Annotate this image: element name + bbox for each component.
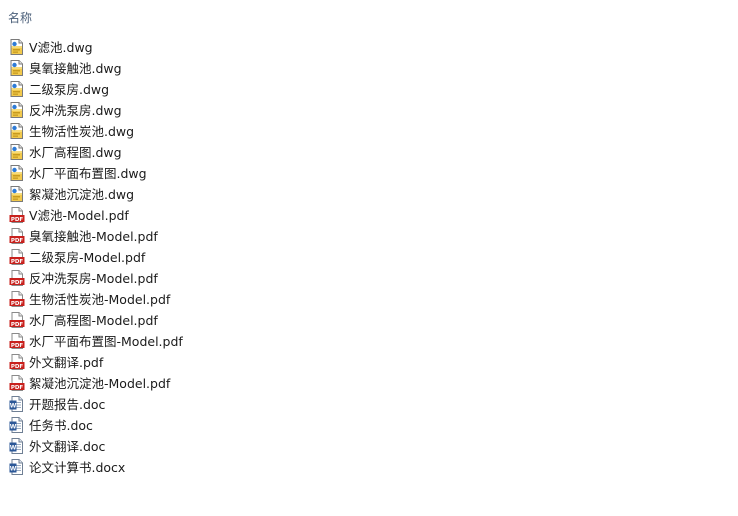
svg-text:PDF: PDF <box>11 385 24 391</box>
dwg-file-icon <box>9 81 25 97</box>
file-name: 外文翻译.doc <box>29 439 106 454</box>
file-name: 臭氧接触池-Model.pdf <box>29 229 158 244</box>
file-name: 论文计算书.docx <box>29 460 126 475</box>
file-item-dwg[interactable]: 臭氧接触池.dwg <box>0 58 738 79</box>
pdf-file-icon: PDF <box>9 207 25 223</box>
file-name: 生物活性炭池-Model.pdf <box>29 292 171 307</box>
file-name: 二级泵房.dwg <box>29 82 110 97</box>
file-item-dwg[interactable]: 生物活性炭池.dwg <box>0 121 738 142</box>
file-item-pdf[interactable]: PDF 反冲洗泵房-Model.pdf <box>0 268 738 289</box>
word-document-icon: W <box>9 438 25 454</box>
svg-text:PDF: PDF <box>11 364 24 370</box>
file-name: V滤池.dwg <box>29 40 93 55</box>
word-document-icon: W <box>9 417 25 433</box>
file-name: 水厂高程图-Model.pdf <box>29 313 158 328</box>
svg-text:PDF: PDF <box>11 280 24 286</box>
file-item-dwg[interactable]: 水厂平面布置图.dwg <box>0 163 738 184</box>
file-name: 外文翻译.pdf <box>29 355 104 370</box>
file-name: 絮凝池沉淀池.dwg <box>29 187 135 202</box>
file-item-doc[interactable]: W 论文计算书.docx <box>0 457 738 478</box>
pdf-file-icon: PDF <box>9 249 25 265</box>
file-name: 水厂平面布置图.dwg <box>29 166 147 181</box>
pdf-file-icon: PDF <box>9 270 25 286</box>
file-explorer-pane: 名称 V滤池.dwg 臭氧接触池.dwg 二级泵房.dwg 反冲洗泵房.dwg 生物活性… <box>0 0 738 516</box>
word-document-icon: W <box>9 396 25 412</box>
file-name: 絮凝池沉淀池-Model.pdf <box>29 376 171 391</box>
file-item-dwg[interactable]: 絮凝池沉淀池.dwg <box>0 184 738 205</box>
name-column-header[interactable]: 名称 <box>8 10 32 26</box>
file-name: 二级泵房-Model.pdf <box>29 250 146 265</box>
pdf-file-icon: PDF <box>9 228 25 244</box>
dwg-file-icon <box>9 165 25 181</box>
svg-text:PDF: PDF <box>11 343 24 349</box>
svg-text:PDF: PDF <box>11 301 24 307</box>
file-name: 任务书.doc <box>29 418 93 433</box>
file-name: 开题报告.doc <box>29 397 106 412</box>
file-item-pdf[interactable]: PDF V滤池-Model.pdf <box>0 205 738 226</box>
file-name: 水厂高程图.dwg <box>29 145 122 160</box>
file-item-pdf[interactable]: PDF 臭氧接触池-Model.pdf <box>0 226 738 247</box>
file-name: 水厂平面布置图-Model.pdf <box>29 334 183 349</box>
pdf-file-icon: PDF <box>9 291 25 307</box>
pdf-file-icon: PDF <box>9 354 25 370</box>
file-item-pdf[interactable]: PDF 生物活性炭池-Model.pdf <box>0 289 738 310</box>
dwg-file-icon <box>9 102 25 118</box>
svg-text:W: W <box>10 424 17 431</box>
file-name: 臭氧接触池.dwg <box>29 61 122 76</box>
file-name: 反冲洗泵房.dwg <box>29 103 122 118</box>
svg-text:PDF: PDF <box>11 217 24 223</box>
svg-text:W: W <box>10 403 17 410</box>
svg-text:W: W <box>10 466 17 473</box>
pdf-file-icon: PDF <box>9 375 25 391</box>
file-name: V滤池-Model.pdf <box>29 208 129 223</box>
file-item-pdf[interactable]: PDF 二级泵房-Model.pdf <box>0 247 738 268</box>
dwg-file-icon <box>9 39 25 55</box>
svg-text:PDF: PDF <box>11 322 24 328</box>
pdf-file-icon: PDF <box>9 333 25 349</box>
file-item-pdf[interactable]: PDF 水厂高程图-Model.pdf <box>0 310 738 331</box>
file-list: V滤池.dwg 臭氧接触池.dwg 二级泵房.dwg 反冲洗泵房.dwg 生物活性炭池.… <box>0 37 738 478</box>
file-name: 生物活性炭池.dwg <box>29 124 135 139</box>
dwg-file-icon <box>9 60 25 76</box>
file-item-pdf[interactable]: PDF 絮凝池沉淀池-Model.pdf <box>0 373 738 394</box>
dwg-file-icon <box>9 123 25 139</box>
svg-text:PDF: PDF <box>11 259 24 265</box>
file-name: 反冲洗泵房-Model.pdf <box>29 271 158 286</box>
file-item-pdf[interactable]: PDF 水厂平面布置图-Model.pdf <box>0 331 738 352</box>
dwg-file-icon <box>9 186 25 202</box>
file-item-dwg[interactable]: 水厂高程图.dwg <box>0 142 738 163</box>
pdf-file-icon: PDF <box>9 312 25 328</box>
word-document-icon: W <box>9 459 25 475</box>
file-item-dwg[interactable]: 二级泵房.dwg <box>0 79 738 100</box>
svg-text:W: W <box>10 445 17 452</box>
file-item-pdf[interactable]: PDF 外文翻译.pdf <box>0 352 738 373</box>
file-item-doc[interactable]: W 任务书.doc <box>0 415 738 436</box>
dwg-file-icon <box>9 144 25 160</box>
file-item-dwg[interactable]: 反冲洗泵房.dwg <box>0 100 738 121</box>
column-header: 名称 <box>0 0 738 36</box>
svg-text:PDF: PDF <box>11 238 24 244</box>
file-item-doc[interactable]: W 开题报告.doc <box>0 394 738 415</box>
file-item-dwg[interactable]: V滤池.dwg <box>0 37 738 58</box>
file-item-doc[interactable]: W 外文翻译.doc <box>0 436 738 457</box>
